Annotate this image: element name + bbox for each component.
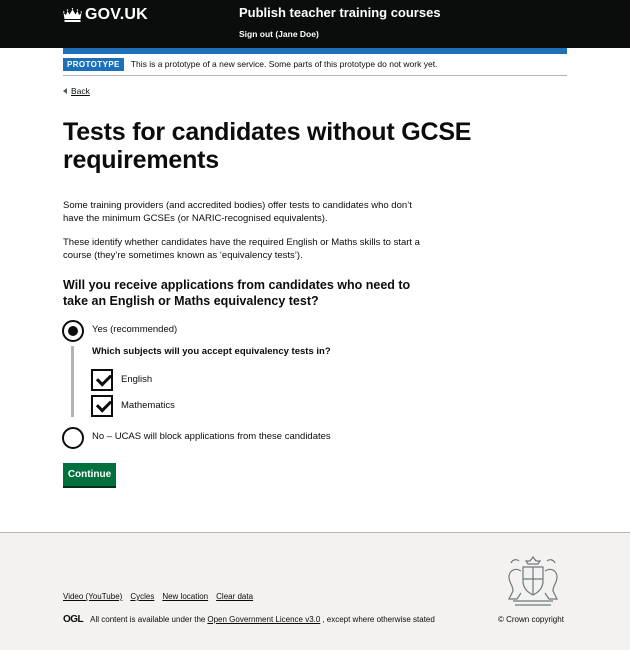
site-footer: Video (YouTube) Cycles New location Clea…: [0, 532, 630, 650]
logo-text: GOV.UK: [85, 6, 148, 23]
intro-paragraph-1: Some training providers (and accredited …: [63, 200, 412, 224]
footer-link-cycles[interactable]: Cycles: [130, 592, 154, 601]
page-title: Tests for candidates without GCSE requir…: [63, 118, 472, 174]
radio-yes[interactable]: [62, 320, 84, 342]
footer-links: Video (YouTube) Cycles New location Clea…: [63, 592, 261, 601]
continue-button[interactable]: Continue: [63, 463, 116, 486]
licence-link[interactable]: Open Government Licence v3.0: [207, 615, 320, 624]
footer-link-new-location[interactable]: New location: [162, 592, 208, 601]
radio-yes-label[interactable]: Yes (recommended): [92, 324, 177, 335]
checkbox-mathematics-label[interactable]: Mathematics: [121, 400, 175, 411]
site-header: GOV.UK Publish teacher training courses …: [0, 0, 630, 48]
sign-out-link[interactable]: Sign out (Jane Doe): [239, 29, 319, 39]
radio-no-label[interactable]: No – UCAS will block applications from t…: [92, 431, 331, 442]
crown-copyright-link[interactable]: © Crown copyright: [498, 615, 564, 624]
crown-icon: [63, 7, 82, 22]
checkbox-mathematics[interactable]: [91, 395, 113, 417]
radio-no[interactable]: [62, 427, 84, 449]
licence-prefix: All content is available under the: [90, 615, 206, 624]
licence-line: OGL All content is available under the O…: [63, 614, 435, 625]
intro-paragraph-2: These identify whether candidates have t…: [63, 237, 420, 261]
royal-coat-of-arms-icon: [508, 556, 558, 606]
service-name[interactable]: Publish teacher training courses: [239, 5, 441, 20]
footer-link-video[interactable]: Video (YouTube): [63, 592, 122, 601]
conditional-reveal-bar: [71, 346, 74, 417]
checkbox-english-label[interactable]: English: [121, 374, 152, 385]
back-link-label: Back: [71, 86, 90, 96]
footer-link-clear-data[interactable]: Clear data: [216, 592, 253, 601]
header-blue-bar: [63, 48, 567, 54]
back-link[interactable]: Back: [63, 86, 90, 96]
phase-banner: PROTOTYPE This is a prototype of a new s…: [63, 58, 567, 76]
licence-suffix: , except where otherwise stated: [322, 615, 435, 624]
ogl-logo-icon: OGL: [63, 614, 84, 625]
phase-tag: PROTOTYPE: [63, 58, 124, 71]
back-arrow-icon: [63, 88, 67, 94]
govuk-logo[interactable]: GOV.UK: [63, 5, 148, 25]
subjects-question: Which subjects will you accept equivalen…: [92, 346, 331, 357]
question-heading: Will you receive applications from candi…: [63, 278, 411, 308]
checkbox-english[interactable]: [91, 369, 113, 391]
phase-text: This is a prototype of a new service. So…: [130, 59, 438, 69]
